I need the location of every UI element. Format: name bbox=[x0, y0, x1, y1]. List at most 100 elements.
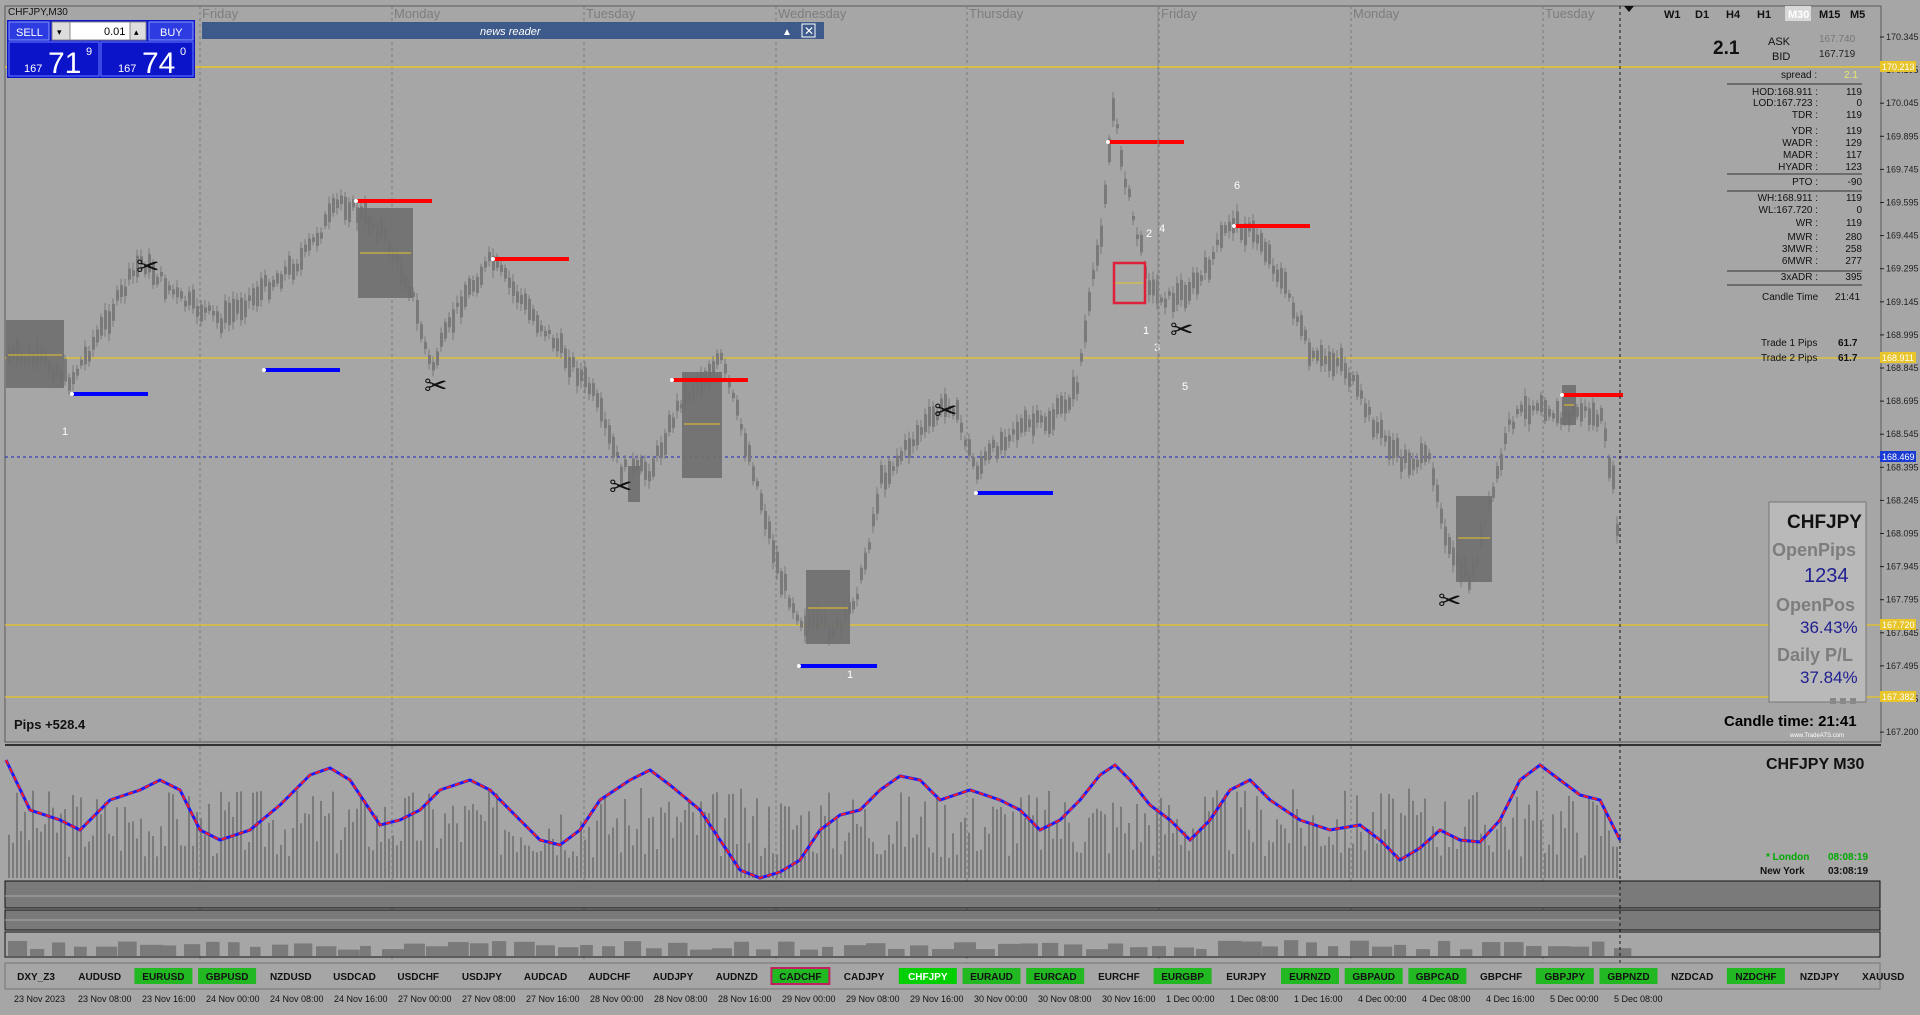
volume-bar bbox=[504, 829, 506, 878]
candle-body bbox=[1220, 224, 1223, 248]
candle-body bbox=[920, 427, 923, 435]
symbol-nzdchf[interactable]: NZDCHF bbox=[1726, 968, 1785, 984]
symbol-cadchf[interactable]: CADCHF bbox=[770, 967, 831, 985]
symbol-eurnzd[interactable]: EURNZD bbox=[1281, 968, 1339, 984]
volume-bar bbox=[680, 822, 682, 878]
symbol-gbpcad[interactable]: GBPCAD bbox=[1408, 968, 1467, 984]
timeframe-m5[interactable]: M5 bbox=[1850, 9, 1865, 21]
volume-bar bbox=[732, 793, 734, 878]
volume-bar bbox=[812, 851, 814, 878]
stats-button[interactable] bbox=[1840, 698, 1846, 704]
strip-block bbox=[1416, 949, 1431, 956]
candle-body bbox=[860, 567, 863, 581]
time-tick-label: 1 Dec 00:00 bbox=[1166, 994, 1215, 1004]
london-time: 08:08:19 bbox=[1828, 852, 1868, 863]
sell-price-big: 71 bbox=[48, 47, 81, 80]
candle-body bbox=[512, 281, 515, 296]
candle-body bbox=[1176, 283, 1179, 305]
stats-button[interactable] bbox=[1830, 698, 1836, 704]
strip-block bbox=[668, 942, 688, 956]
info-row-value: 119 bbox=[1846, 218, 1862, 229]
volume-bar bbox=[1072, 842, 1074, 878]
volume-bar bbox=[1012, 811, 1014, 878]
candle-body bbox=[800, 620, 803, 628]
buy-button-label: BUY bbox=[160, 27, 183, 39]
symbol-euraud[interactable]: EURAUD bbox=[962, 968, 1021, 984]
stats-button[interactable] bbox=[1850, 698, 1856, 704]
strip-block bbox=[1548, 946, 1571, 956]
symbol-eurusd[interactable]: EURUSD bbox=[134, 968, 193, 984]
marker-number: 2 bbox=[1146, 228, 1152, 240]
symbol-gbpusd[interactable]: GBPUSD bbox=[198, 968, 257, 984]
timeframe-h1[interactable]: H1 bbox=[1757, 9, 1771, 21]
candle-body bbox=[584, 367, 587, 388]
volume-bar bbox=[468, 810, 470, 878]
spread-label: spread : bbox=[1781, 70, 1817, 81]
volume-bar bbox=[88, 841, 90, 878]
volume-bar bbox=[16, 792, 18, 878]
collapse-icon[interactable]: ▲ bbox=[782, 27, 792, 38]
trade2-value: 61.7 bbox=[1838, 353, 1858, 364]
candle-time-label: Candle Time bbox=[1762, 292, 1819, 303]
info-row-label: TDR : bbox=[1792, 110, 1818, 121]
symbol-gbpnzd[interactable]: GBPNZD bbox=[1599, 968, 1658, 984]
volume-bar bbox=[488, 789, 490, 878]
info-row-value: 395 bbox=[1845, 272, 1862, 283]
price-tick-label: 170.045 bbox=[1886, 98, 1919, 108]
candle-body bbox=[1356, 374, 1359, 397]
candle-body bbox=[668, 414, 671, 433]
candle-body bbox=[968, 439, 971, 456]
candle-body bbox=[1532, 405, 1535, 411]
candle-body bbox=[544, 330, 547, 337]
candle-body bbox=[308, 238, 311, 251]
symbol-eurgbp[interactable]: EURGBP bbox=[1153, 968, 1212, 984]
candle-body bbox=[1268, 244, 1271, 265]
candle-body bbox=[1172, 292, 1175, 312]
price-tick-label: 169.595 bbox=[1886, 198, 1919, 208]
volume-bar bbox=[396, 845, 398, 878]
timeframe-d1[interactable]: D1 bbox=[1695, 9, 1709, 21]
volume-bar bbox=[876, 854, 878, 878]
volume-bar bbox=[1056, 822, 1058, 878]
symbol-label: CADJPY bbox=[844, 972, 885, 983]
candle-body bbox=[1008, 434, 1011, 442]
anchor-dot bbox=[491, 257, 495, 261]
timeframe-m30[interactable]: M30 bbox=[1788, 9, 1809, 21]
timeframe-h4[interactable]: H4 bbox=[1726, 9, 1741, 21]
timeframe-w1[interactable]: W1 bbox=[1664, 9, 1681, 21]
volume-bar bbox=[1412, 800, 1414, 878]
volume-bar bbox=[500, 854, 502, 878]
symbol-gbpjpy[interactable]: GBPJPY bbox=[1535, 968, 1594, 984]
volume-bar bbox=[720, 855, 722, 878]
candle-body bbox=[716, 353, 719, 365]
candle-body bbox=[960, 422, 963, 433]
volume-bar bbox=[660, 807, 662, 878]
subchart-label: CHFJPY M30 bbox=[1766, 756, 1865, 773]
volume-bar bbox=[148, 831, 150, 878]
volume-bar bbox=[92, 835, 94, 878]
timeframe-m15[interactable]: M15 bbox=[1819, 9, 1840, 21]
candle-body bbox=[664, 432, 667, 455]
symbol-chfjpy[interactable]: CHFJPY bbox=[898, 968, 957, 984]
volume-bar bbox=[424, 804, 426, 878]
candle-body bbox=[332, 198, 335, 213]
candle-body bbox=[1452, 547, 1455, 566]
candle-body bbox=[120, 285, 123, 297]
brand-footer: www.TradeATS.com bbox=[1789, 733, 1844, 739]
info-row-label: HYADR : bbox=[1778, 162, 1818, 173]
volume-bar bbox=[1132, 849, 1134, 878]
volume-bar bbox=[124, 806, 126, 878]
symbol-eurcad[interactable]: EURCAD bbox=[1026, 968, 1085, 984]
candle-body bbox=[248, 295, 251, 301]
candle-body bbox=[500, 264, 503, 272]
price-tick-label: 169.295 bbox=[1886, 264, 1919, 274]
time-tick-label: 29 Nov 00:00 bbox=[782, 994, 836, 1004]
volume-bar bbox=[1184, 831, 1186, 878]
candle-body bbox=[192, 289, 195, 309]
info-row-label: 3MWR : bbox=[1782, 244, 1818, 255]
candle-body bbox=[440, 332, 443, 347]
anchor-dot bbox=[670, 378, 674, 382]
symbol-gbpaud[interactable]: GBPAUD bbox=[1344, 968, 1403, 984]
candle-body bbox=[1372, 420, 1375, 438]
volume-bar bbox=[632, 845, 634, 878]
